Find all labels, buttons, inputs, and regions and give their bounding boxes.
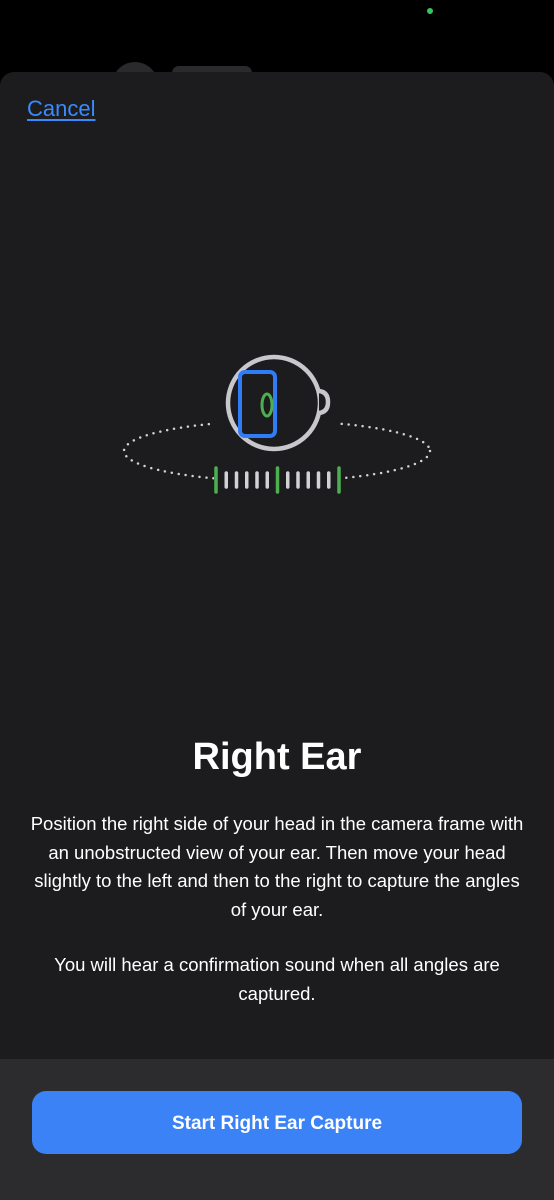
start-capture-button[interactable]: Start Right Ear Capture [32,1091,522,1154]
camera-indicator-dot [427,8,433,14]
screen: Cancel Right Ear Position the right side… [0,0,554,1200]
page-title: Right Ear [192,736,362,778]
ear-capture-sheet: Cancel Right Ear Position the right side… [0,72,554,1200]
confirmation-note: You will hear a confirmation sound when … [54,954,500,1004]
head-rotation-illustration [122,354,432,494]
footer-bar: Start Right Ear Capture [0,1059,554,1200]
instructions-text: Position the right side of your head in … [30,813,524,920]
